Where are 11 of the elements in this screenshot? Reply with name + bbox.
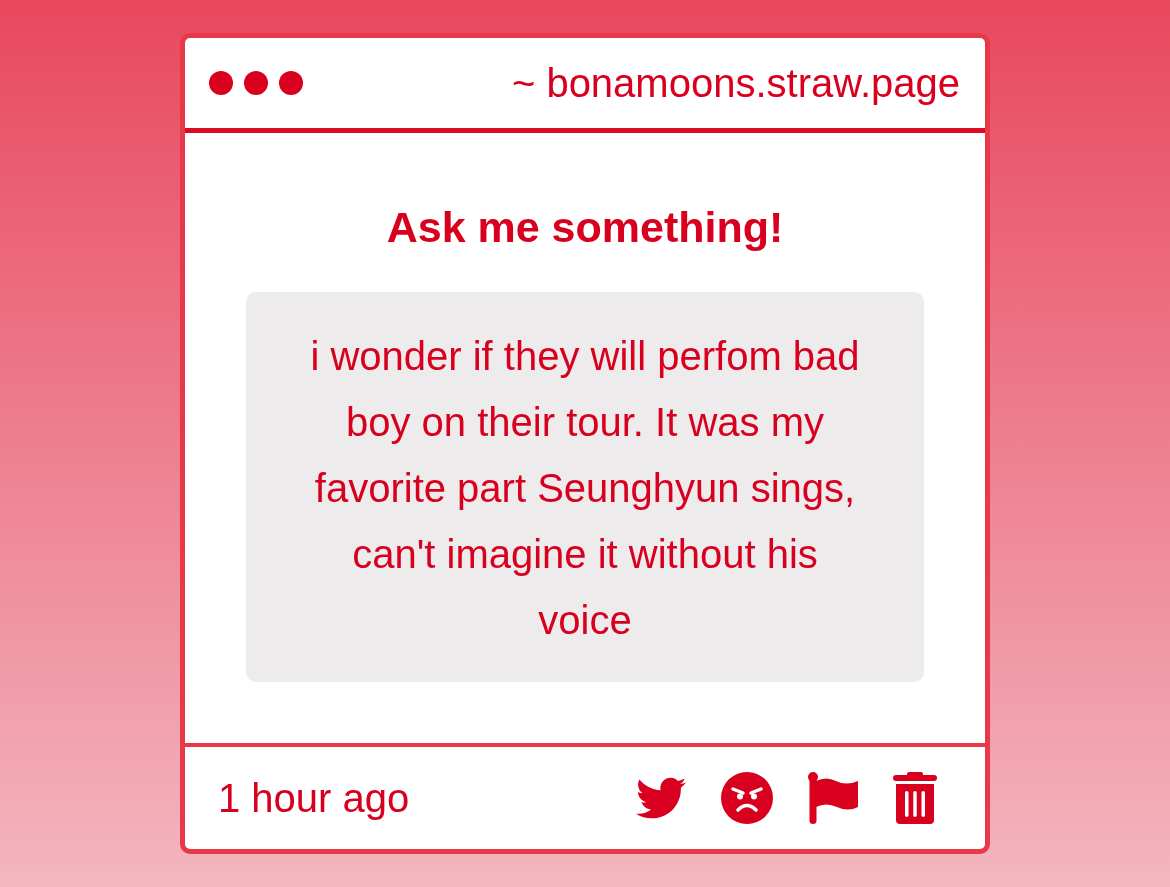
timestamp: 1 hour ago <box>218 775 410 821</box>
flag-icon[interactable] <box>808 772 858 824</box>
window-dot-icon <box>279 71 303 95</box>
trash-icon[interactable] <box>893 772 937 824</box>
window-dot-icon <box>244 71 268 95</box>
window-dot-icon <box>209 71 233 95</box>
question-text: i wonder if they will perfom bad boy on their tour. It was my favorite part Seunghyun sings, can't imagine it without his voice <box>246 292 924 682</box>
page-address: ~ bonamoons.straw.page <box>511 60 960 106</box>
angry-face-icon[interactable] <box>721 772 773 824</box>
bird-icon[interactable] <box>636 777 686 819</box>
prompt-title: Ask me something! <box>386 205 784 249</box>
